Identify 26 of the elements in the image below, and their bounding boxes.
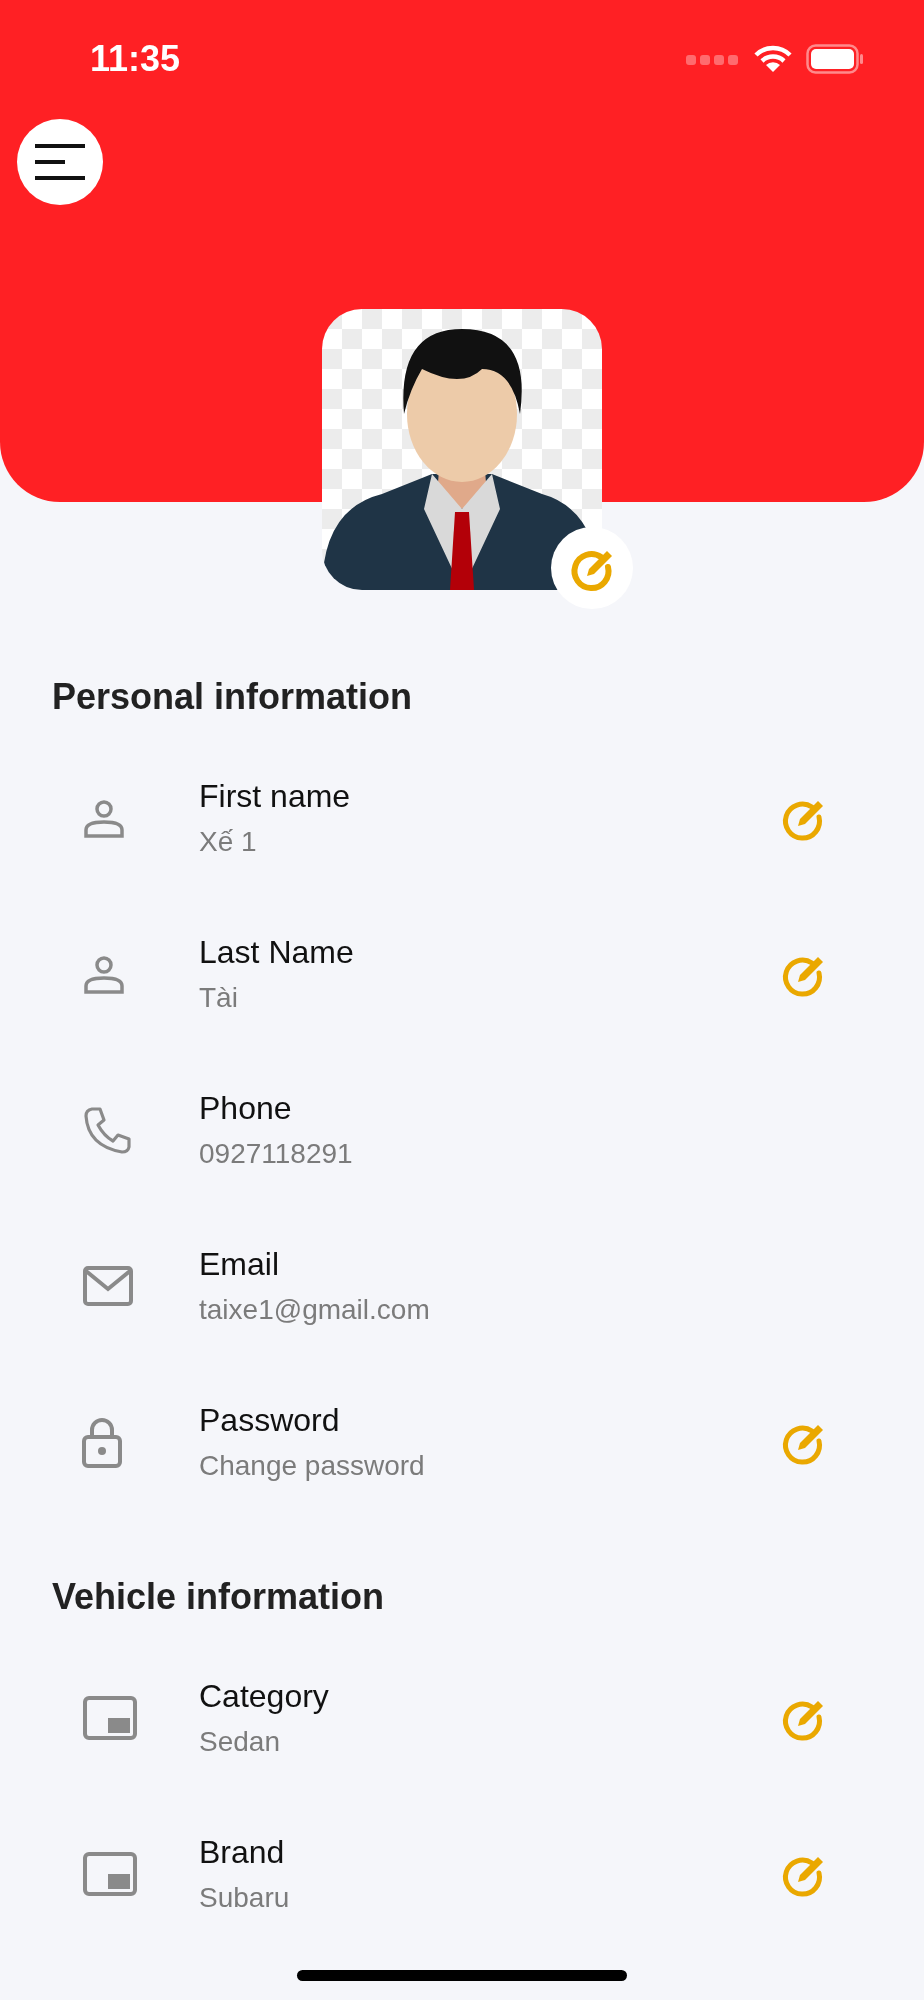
field-label: Last Name (199, 933, 354, 972)
status-time: 11:35 (90, 37, 181, 81)
field-value: Change password (199, 1449, 425, 1483)
field-label: Email (199, 1245, 279, 1284)
signal-icon (686, 53, 740, 65)
phone-icon (82, 1104, 134, 1156)
mail-icon (82, 1265, 134, 1307)
field-value: taixe1@gmail.com (199, 1293, 430, 1327)
field-value: Xế 1 (199, 825, 257, 859)
field-label: Category (199, 1677, 329, 1716)
field-value: Sedan (199, 1725, 280, 1759)
wifi-icon (754, 45, 792, 73)
field-value: 0927118291 (199, 1137, 353, 1171)
field-value: Tài (199, 981, 238, 1015)
field-label: Brand (199, 1833, 285, 1872)
field-value: Subaru (199, 1881, 290, 1915)
section-title: Personal information (52, 675, 414, 719)
picture-in-picture-icon (82, 1695, 138, 1741)
field-label: Phone (199, 1089, 292, 1128)
field-label: Password (199, 1401, 340, 1440)
menu-icon (35, 144, 85, 180)
picture-in-picture-icon (82, 1851, 138, 1897)
section-title: Vehicle information (52, 1575, 386, 1619)
field-label: First name (199, 777, 351, 816)
lock-icon (82, 1416, 122, 1468)
battery-icon (806, 44, 864, 74)
